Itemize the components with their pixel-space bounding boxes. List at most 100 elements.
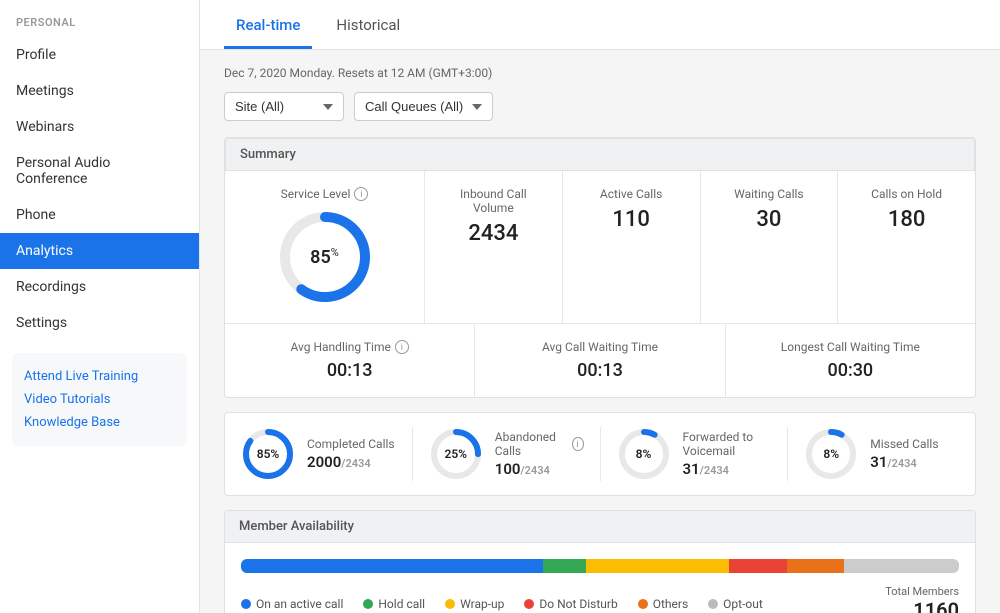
- call-stat-name-forwarded-to-voicemail: Forwarded to Voicemail: [683, 430, 772, 458]
- stat-value-avg-call-waiting-time: 00:13: [489, 360, 710, 381]
- sidebar-item-meetings[interactable]: Meetings: [0, 73, 199, 109]
- service-level-label: Service Level i: [281, 187, 369, 201]
- mini-donut-label-abandoned-calls: 25%: [444, 447, 467, 461]
- total-members-value: 1160: [885, 598, 959, 613]
- legend-item-others: Others: [638, 597, 688, 611]
- availability-content: On an active call Hold call Wrap-up Do Not …: [225, 543, 975, 613]
- stat-label-calls-on-hold: Calls on Hold: [852, 187, 961, 201]
- sidebar-item-recordings[interactable]: Recordings: [0, 269, 199, 305]
- sidebar-help-link-video-tutorials[interactable]: Video Tutorials: [24, 388, 175, 411]
- mini-donut-forwarded-to-voicemail: 8%: [617, 427, 671, 481]
- call-stat-count-completed-calls: 2000/2434: [307, 453, 395, 471]
- call-stat-section-missed-calls: 8% Missed Calls 31/2434: [788, 427, 975, 481]
- legend-item-do-not-disturb: Do Not Disturb: [524, 597, 617, 611]
- service-level-donut: 85%: [275, 207, 375, 307]
- site-filter[interactable]: Site (All): [224, 92, 344, 121]
- mini-donut-abandoned-calls: 25%: [429, 427, 483, 481]
- bar-segment-opt-out: [844, 559, 959, 573]
- stat-label-waiting-calls: Waiting Calls: [715, 187, 824, 201]
- service-level-info-icon: i: [354, 187, 368, 201]
- legend-item-wrap-up: Wrap-up: [445, 597, 504, 611]
- call-stats-container: 85% Completed Calls 2000/2434 25% Abando…: [224, 412, 976, 496]
- sidebar-section-label: PERSONAL: [0, 0, 199, 37]
- stat-value-longest-call-waiting-time: 00:30: [740, 360, 961, 381]
- main-content: Real-timeHistorical Dec 7, 2020 Monday. …: [200, 0, 1000, 613]
- availability-container: Member Availability On an active callHol…: [224, 510, 976, 613]
- call-stat-info-forwarded-to-voicemail: Forwarded to Voicemail 31/2434: [683, 430, 772, 478]
- queue-filter[interactable]: Call Queues (All): [354, 92, 493, 121]
- service-level-value: 85%: [310, 246, 339, 268]
- legend-label-opt-out: Opt-out: [723, 597, 763, 611]
- call-stat-count-missed-calls: 31/2434: [870, 453, 938, 471]
- sidebar-item-profile[interactable]: Profile: [0, 37, 199, 73]
- stat-value-calls-on-hold: 180: [852, 207, 961, 232]
- mini-donut-missed-calls: 8%: [804, 427, 858, 481]
- filters: Site (All) Call Queues (All): [224, 92, 976, 121]
- avg-handling-time-info-icon: i: [395, 340, 409, 354]
- service-level-cell: Service Level i 85%: [225, 171, 425, 323]
- call-stat-section-completed-calls: 85% Completed Calls 2000/2434: [225, 427, 413, 481]
- stat-value-avg-handling-time: 00:13: [239, 360, 460, 381]
- total-members-label: Total Members: [885, 585, 959, 598]
- content-area: Dec 7, 2020 Monday. Resets at 12 AM (GMT…: [200, 50, 1000, 613]
- stat-label-avg-call-waiting-time: Avg Call Waiting Time: [489, 340, 710, 354]
- call-stat-info-missed-calls: Missed Calls 31/2434: [870, 437, 938, 471]
- call-stat-section-forwarded-to-voicemail: 8% Forwarded to Voicemail 31/2434: [601, 427, 789, 481]
- total-members: Total Members1160: [885, 585, 959, 613]
- summary-title: Summary: [225, 138, 975, 171]
- call-stat-total-missed-calls: /2434: [887, 457, 916, 470]
- call-stat-total-forwarded-to-voicemail: /2434: [700, 464, 729, 477]
- legend-dot-wrap-up: [445, 599, 455, 609]
- mini-donut-label-completed-calls: 85%: [257, 447, 280, 461]
- bar-segment-do-not-disturb: [729, 559, 786, 573]
- availability-bar: [241, 559, 959, 573]
- stat-cell-active-calls: Active Calls 110: [563, 171, 701, 323]
- call-stat-count-abandoned-calls: 100/2434: [495, 460, 584, 478]
- stat-value-waiting-calls: 30: [715, 207, 824, 232]
- stat-cell-inbound-call-volume: Inbound Call Volume 2434: [425, 171, 563, 323]
- stat-label-active-calls: Active Calls: [577, 187, 686, 201]
- sidebar-help-link-attend-live-training[interactable]: Attend Live Training: [24, 365, 175, 388]
- sidebar-item-phone[interactable]: Phone: [0, 197, 199, 233]
- tab-realtime[interactable]: Real-time: [224, 0, 312, 49]
- stat-cell-calls-on-hold: Calls on Hold 180: [838, 171, 975, 323]
- stat-value-inbound-call-volume: 2434: [439, 221, 548, 246]
- mini-donut-label-forwarded-to-voicemail: 8%: [636, 447, 652, 461]
- stat-label-inbound-call-volume: Inbound Call Volume: [439, 187, 548, 215]
- abandoned-calls-info-icon: i: [572, 437, 584, 451]
- stat-cell-avg-call-waiting-time: Avg Call Waiting Time 00:13: [475, 324, 725, 397]
- stat-cell-waiting-calls: Waiting Calls 30: [701, 171, 839, 323]
- legend-dot-on-active-call: [241, 599, 251, 609]
- legend-label-hold-call: Hold call: [378, 597, 425, 611]
- sidebar-item-settings[interactable]: Settings: [0, 305, 199, 341]
- call-stat-total-completed-calls: /2434: [341, 457, 370, 470]
- stat-cell-avg-handling-time: Avg Handling Timei 00:13: [225, 324, 475, 397]
- mini-donut-completed-calls: 85%: [241, 427, 295, 481]
- sidebar-help-box: Attend Live TrainingVideo TutorialsKnowl…: [12, 353, 187, 446]
- stats-row-1: Service Level i 85% Inbound Call: [225, 171, 975, 324]
- call-stat-count-forwarded-to-voicemail: 31/2434: [683, 460, 772, 478]
- call-stat-name-completed-calls: Completed Calls: [307, 437, 395, 451]
- legend-label-others: Others: [653, 597, 688, 611]
- legend-item-on-active-call: On an active call: [241, 597, 343, 611]
- sidebar: PERSONAL ProfileMeetingsWebinarsPersonal…: [0, 0, 200, 613]
- sidebar-item-webinars[interactable]: Webinars: [0, 109, 199, 145]
- legend-item-opt-out: Opt-out: [708, 597, 763, 611]
- call-stat-total-abandoned-calls: /2434: [520, 464, 549, 477]
- bar-segment-others: [787, 559, 844, 573]
- stat-value-active-calls: 110: [577, 207, 686, 232]
- sidebar-item-personal-audio-conference[interactable]: Personal Audio Conference: [0, 145, 199, 197]
- call-stat-name-abandoned-calls: Abandoned Callsi: [495, 430, 584, 458]
- stat-label-avg-handling-time: Avg Handling Timei: [239, 340, 460, 354]
- legend-item-hold-call: Hold call: [363, 597, 425, 611]
- legend-dot-hold-call: [363, 599, 373, 609]
- availability-legend: On an active call Hold call Wrap-up Do Not …: [241, 585, 959, 613]
- legend-label-on-active-call: On an active call: [256, 597, 343, 611]
- legend-label-wrap-up: Wrap-up: [460, 597, 504, 611]
- call-stat-info-abandoned-calls: Abandoned Callsi 100/2434: [495, 430, 584, 478]
- main-header: Real-timeHistorical: [200, 0, 1000, 50]
- tab-historical[interactable]: Historical: [324, 0, 412, 49]
- sidebar-item-analytics[interactable]: Analytics: [0, 233, 199, 269]
- legend-dot-do-not-disturb: [524, 599, 534, 609]
- sidebar-help-link-knowledge-base[interactable]: Knowledge Base: [24, 411, 175, 434]
